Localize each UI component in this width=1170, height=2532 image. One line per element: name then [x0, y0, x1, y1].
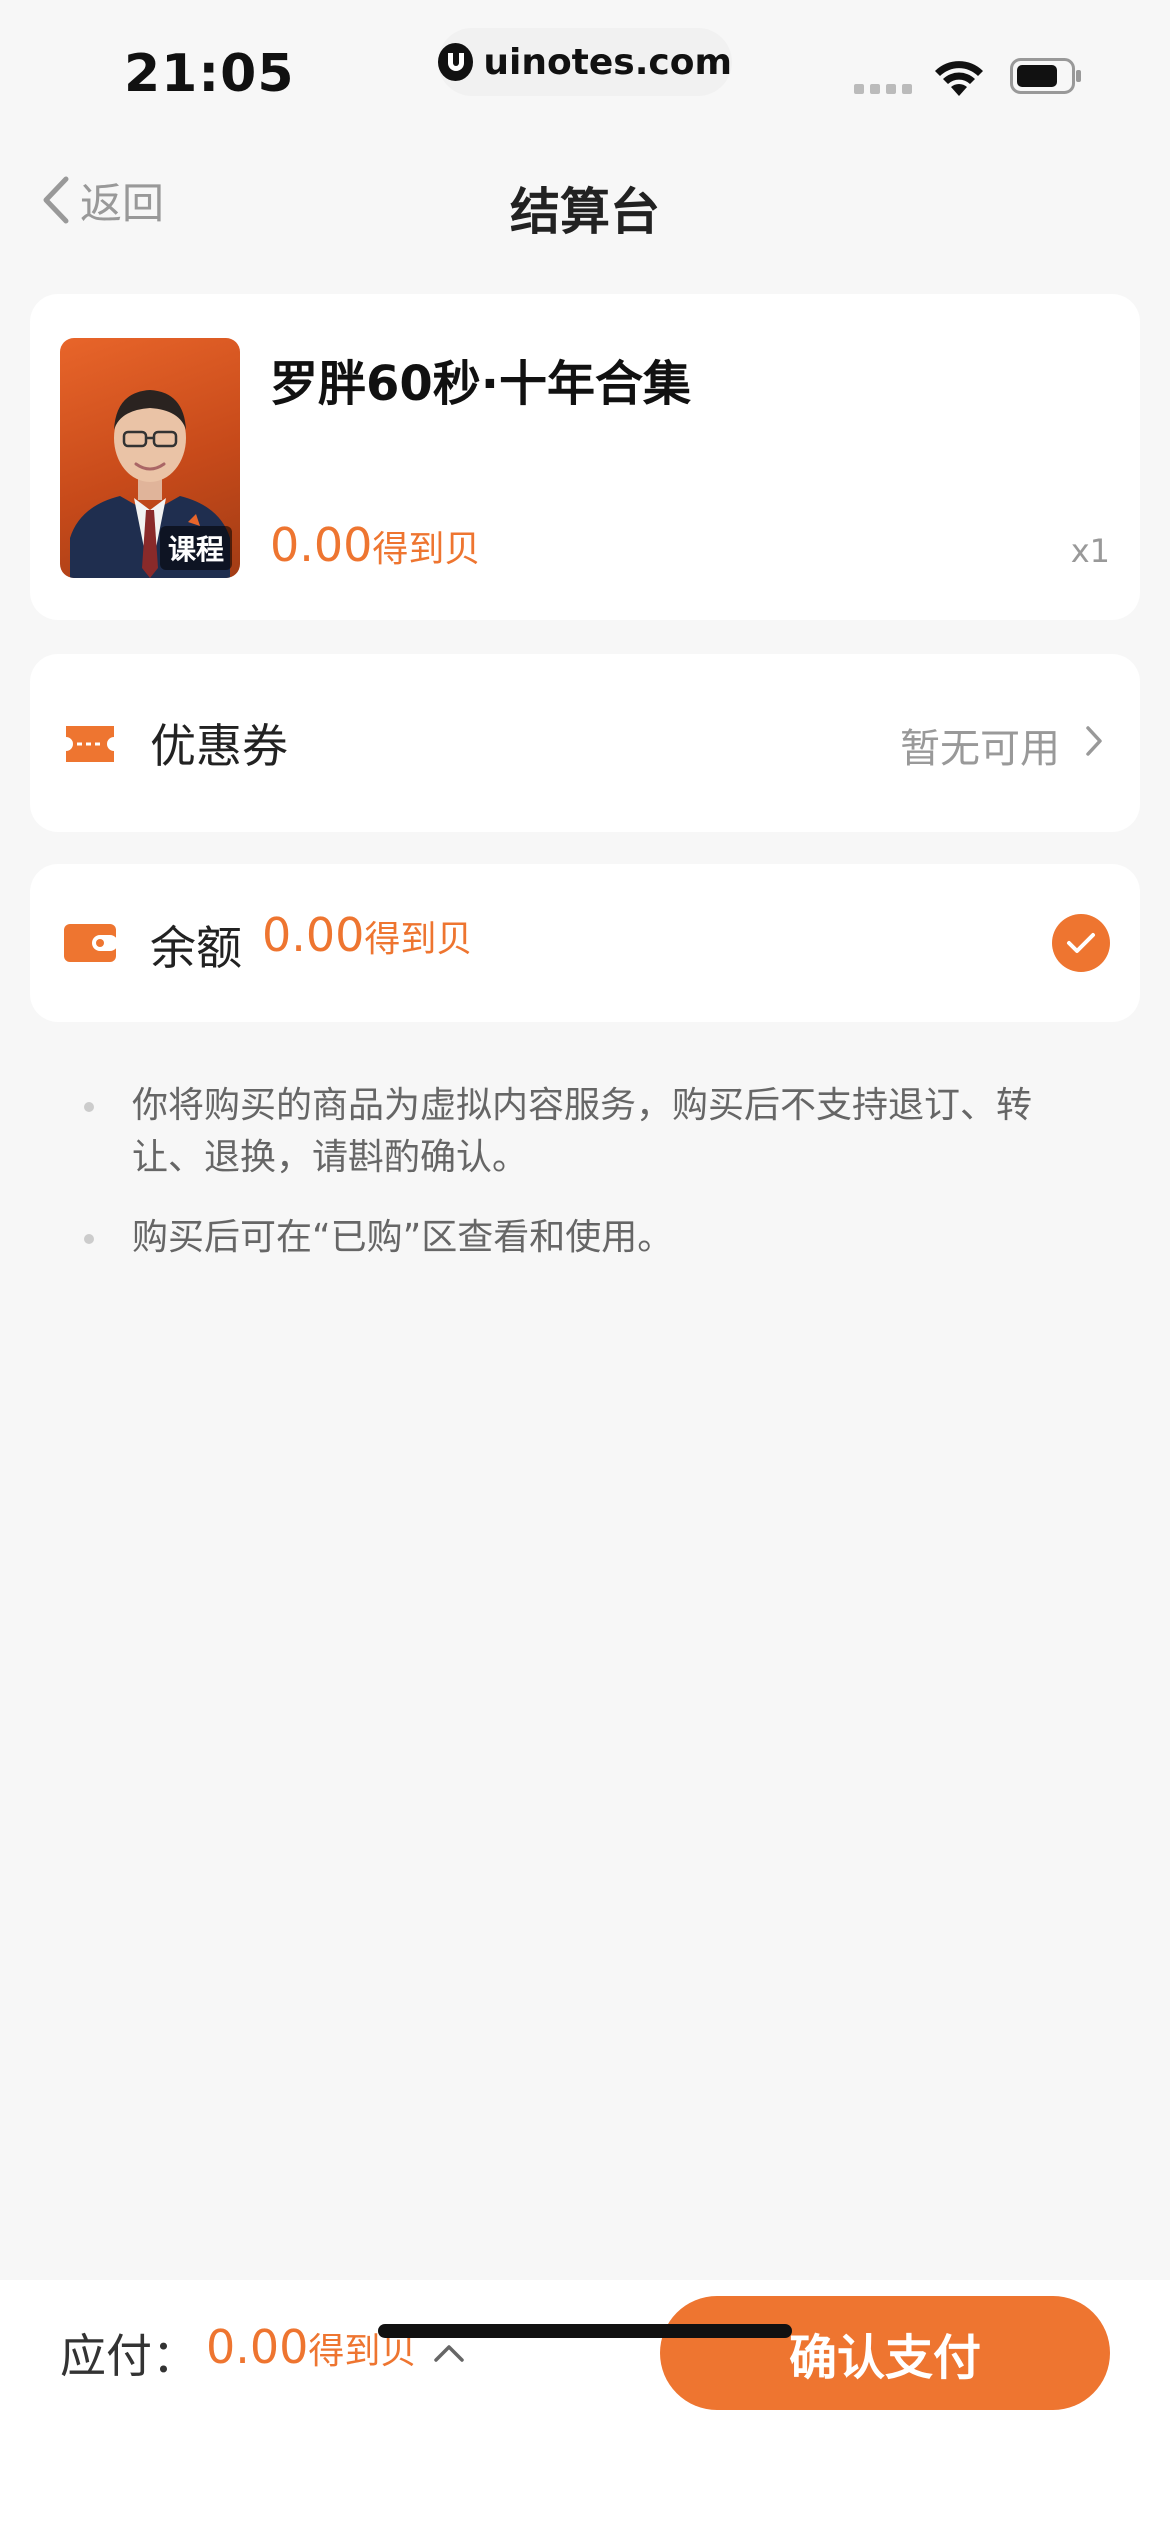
balance-label: 余额	[150, 921, 242, 975]
status-bar: 21:05 uinotes.com	[0, 0, 1170, 130]
nav-bar: 返回 结算台	[0, 150, 1170, 250]
product-card: 课程 罗胖60秒·十年合集 0.00 得到贝 x1	[30, 294, 1140, 620]
balance-amount-unit: 得到贝	[364, 919, 473, 960]
site-logo-icon	[438, 43, 474, 81]
purchase-notes: 你将购买的商品为虚拟内容服务，购买后不支持退订、转让、退换，请斟酌确认。 购买后…	[80, 1080, 1080, 1292]
product-quantity: x1	[1070, 532, 1110, 570]
payable-label: 应付：	[60, 2329, 198, 2383]
balance-row[interactable]: 余额 0.00 得到贝	[30, 864, 1140, 1022]
wifi-icon	[935, 61, 983, 96]
checkmark-icon	[1067, 933, 1095, 953]
payable-amount-value: 0.00	[206, 2320, 309, 2374]
note-item: 你将购买的商品为虚拟内容服务，购买后不支持退订、转让、退换，请斟酌确认。	[80, 1080, 1080, 1184]
coupon-label: 优惠券	[150, 719, 288, 773]
chevron-right-icon	[1086, 726, 1102, 756]
url-pill: uinotes.com	[438, 28, 732, 96]
cellular-signal-icon	[854, 84, 912, 94]
status-time: 21:05	[124, 44, 295, 104]
page-title: 结算台	[510, 183, 660, 241]
course-cover-image: 课程	[60, 338, 240, 578]
battery-icon	[1010, 58, 1081, 94]
balance-checkbox[interactable]	[1052, 914, 1110, 972]
bottom-pay-bar: 应付： 0.00 得到贝 确认支付	[0, 2280, 1170, 2532]
home-indicator	[378, 2324, 792, 2338]
coupon-ticket-icon	[66, 726, 114, 762]
wallet-icon	[64, 924, 118, 962]
checkout-page: 21:05 uinotes.com 返回 结算台 课程 罗胖60秒·十年合集 0…	[0, 0, 1170, 2532]
coupon-row[interactable]: 优惠券 暂无可用	[30, 654, 1140, 832]
balance-amount: 0.00 得到贝	[262, 908, 472, 962]
product-price-value: 0.00	[270, 518, 373, 572]
product-price: 0.00 得到贝	[270, 518, 480, 572]
balance-amount-value: 0.00	[262, 908, 365, 962]
url-text: uinotes.com	[483, 41, 732, 83]
product-title: 罗胖60秒·十年合集	[270, 356, 692, 412]
coupon-status: 暂无可用	[900, 726, 1060, 772]
confirm-pay-button[interactable]: 确认支付	[660, 2296, 1110, 2410]
course-badge: 课程	[159, 526, 232, 570]
chevron-up-icon[interactable]	[432, 2342, 466, 2364]
note-item: 购买后可在“已购”区查看和使用。	[80, 1212, 1080, 1264]
product-price-unit: 得到贝	[372, 529, 481, 570]
